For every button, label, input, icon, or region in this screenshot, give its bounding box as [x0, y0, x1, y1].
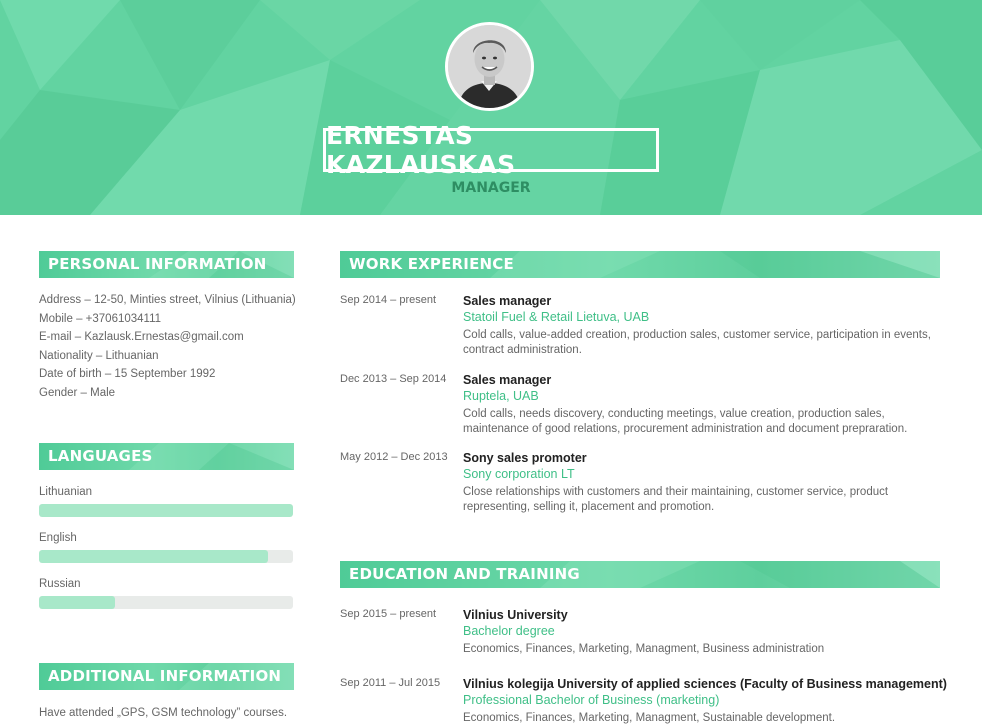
education-entry: Sep 2011 – Jul 2015 Vilnius kolegija Uni… — [340, 677, 947, 727]
job-role: MANAGER — [451, 180, 531, 196]
entry-description: Cold calls, value-added creation, produc… — [463, 329, 931, 356]
work-entry: Sep 2014 – present Sales manager Statoil… — [340, 294, 940, 364]
entry-title: Sales manager — [463, 294, 552, 308]
entry-organization: Sony corporation LT — [463, 467, 575, 481]
email-text: E-mail – Kazlausk.Ernestas@gmail.com — [39, 331, 244, 343]
additional-information-text: Have attended „GPS, GSM technology” cour… — [39, 707, 288, 719]
language-name: English — [39, 532, 77, 544]
work-experience-heading: WORK EXPERIENCE — [340, 251, 940, 278]
address-text: Address – 12-50, Minties street, Vilnius… — [39, 294, 296, 306]
birth-date-text: Date of birth – 15 September 1992 — [39, 368, 216, 380]
resume-header: ERNESTAS KAZLAUSKAS MANAGER — [0, 0, 982, 215]
entry-organization: Professional Bachelor of Business (marke… — [463, 693, 720, 707]
education-entry: Sep 2015 – present Vilnius University Ba… — [340, 608, 940, 663]
entry-description: Cold calls, needs discovery, conducting … — [463, 408, 908, 435]
entry-title: Vilnius kolegija University of applied s… — [463, 677, 947, 691]
entry-date: May 2012 – Dec 2013 — [340, 451, 448, 463]
language-name: Lithuanian — [39, 486, 93, 498]
entry-title: Sony sales promoter — [463, 451, 587, 465]
entry-organization: Statoil Fuel & Retail Lietuva, UAB — [463, 310, 650, 324]
entry-date: Dec 2013 – Sep 2014 — [340, 373, 447, 385]
profile-photo — [445, 22, 534, 111]
language-level-bar — [39, 596, 293, 609]
language-level-bar — [39, 504, 293, 517]
personal-information-heading: PERSONAL INFORMATION — [39, 251, 294, 278]
entry-title: Sales manager — [463, 373, 552, 387]
language-level-bar — [39, 550, 293, 563]
entry-title: Vilnius University — [463, 608, 568, 622]
additional-information-heading: ADDITIONAL INFORMATION — [39, 663, 294, 690]
education-and-training-heading: EDUCATION AND TRAINING — [340, 561, 940, 588]
languages-heading: LANGUAGES — [39, 443, 294, 470]
gender-text: Gender – Male — [39, 387, 116, 399]
name-frame: ERNESTAS KAZLAUSKAS — [323, 121, 659, 179]
work-entry: May 2012 – Dec 2013 Sony sales promoter … — [340, 451, 940, 521]
entry-description: Close relationships with customers and t… — [463, 486, 889, 513]
language-name: Russian — [39, 578, 81, 590]
entry-organization: Bachelor degree — [463, 624, 555, 638]
entry-date: Sep 2014 – present — [340, 294, 437, 306]
person-name: ERNESTAS KAZLAUSKAS — [326, 121, 516, 179]
entry-description: Economics, Finances, Marketing, Managmen… — [463, 712, 836, 724]
entry-date: Sep 2015 – present — [340, 608, 437, 620]
work-entry: Dec 2013 – Sep 2014 Sales manager Ruptel… — [340, 373, 940, 443]
mobile-text: Mobile – +37061034111 — [39, 313, 162, 325]
nationality-text: Nationality – Lithuanian — [39, 350, 159, 362]
entry-description: Economics, Finances, Marketing, Managmen… — [463, 643, 825, 655]
entry-organization: Ruptela, UAB — [463, 389, 539, 403]
entry-date: Sep 2011 – Jul 2015 — [340, 677, 441, 689]
